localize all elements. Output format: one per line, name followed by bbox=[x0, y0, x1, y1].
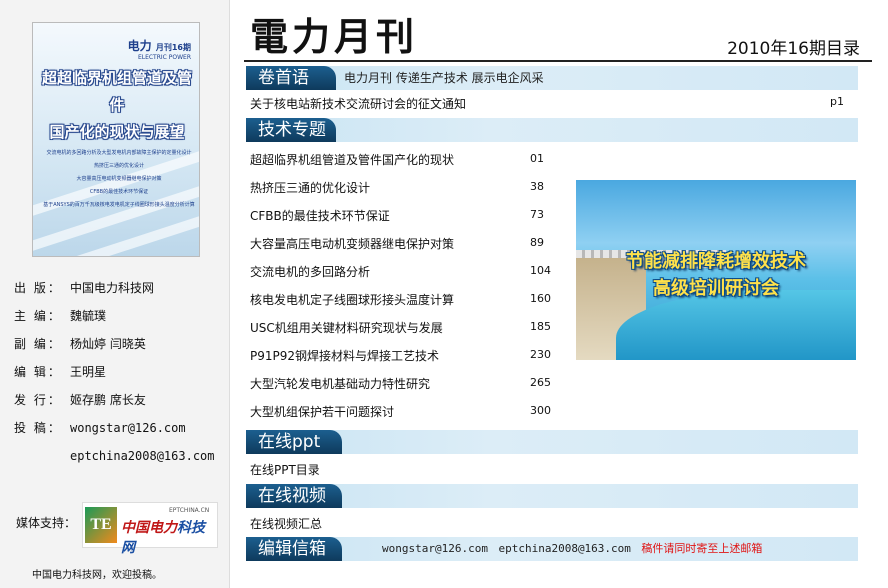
cover-headline: 超超临界机组管道及管件 国产化的现状与展望 bbox=[37, 65, 197, 146]
title-divider bbox=[244, 60, 872, 62]
meta-key: 编 辑： bbox=[14, 365, 62, 379]
meta-editor: 编 辑： 王明星 bbox=[14, 364, 106, 380]
meta-key: 副 编： bbox=[14, 337, 62, 351]
toc-item-link[interactable]: 超超临界机组管道及管件国产化的现状 bbox=[250, 151, 454, 168]
meta-key: 发 行： bbox=[14, 393, 62, 407]
meta-key: 投 稿： bbox=[14, 421, 62, 435]
toc-item-page: 300 bbox=[530, 404, 551, 417]
section-bar-tech: 技术专题 bbox=[246, 118, 858, 142]
toc-item-link[interactable]: 大容量高压电动机变频器继电保护对策 bbox=[250, 235, 454, 252]
section-slogan: 电力月刊 传递生产技术 展示电企风采 bbox=[344, 71, 544, 85]
section-label: 技术专题 bbox=[246, 118, 336, 142]
submission-email-link[interactable]: eptchina2008@163.com bbox=[70, 449, 215, 463]
toc-item-link[interactable]: CFBB的最佳技术环节保证 bbox=[250, 207, 390, 224]
media-support-label: 媒体支持： bbox=[16, 516, 77, 530]
section-bar-mailbox: 编辑信箱 wongstar@126.com eptchina2008@163.c… bbox=[246, 537, 858, 561]
logo-site-text: EPTCHINA.CN bbox=[169, 507, 210, 514]
ppt-list-link[interactable]: 在线PPT目录 bbox=[250, 461, 320, 478]
video-list-link[interactable]: 在线视频汇总 bbox=[250, 515, 322, 532]
mailbox-email-link[interactable]: wongstar@126.com bbox=[382, 542, 488, 555]
toc-item-link[interactable]: 热挤压三通的优化设计 bbox=[250, 179, 370, 196]
section-label: 在线ppt bbox=[246, 430, 342, 454]
toc-item-page: 185 bbox=[530, 320, 551, 333]
section-bar-video: 在线视频 bbox=[246, 484, 858, 508]
media-partner-logo[interactable]: TE EPTCHINA.CN 中国电力科技网 bbox=[82, 502, 218, 556]
cover-headline-line: 超超临界机组管道及管件 bbox=[41, 69, 192, 114]
toc-item-page: 73 bbox=[530, 208, 544, 221]
section-label: 在线视频 bbox=[246, 484, 342, 508]
issue-label: 2010年16期目录 bbox=[727, 39, 860, 59]
logo-badge: TE bbox=[85, 507, 117, 543]
meta-value: 姬存鹏 席长友 bbox=[70, 393, 146, 407]
meta-distribution: 发 行： 姬存鹏 席长友 bbox=[14, 392, 146, 408]
footer-note: 中国电力科技网，欢迎投稿。 bbox=[32, 570, 162, 581]
toc-item-page: 230 bbox=[530, 348, 551, 361]
meta-editor-in-chief: 主 编： 魏毓璞 bbox=[14, 308, 106, 324]
toc-item-link[interactable]: 核电发电机定子线圈球形接头温度计算 bbox=[250, 291, 454, 308]
meta-submission-2: eptchina2008@163.com bbox=[14, 448, 215, 464]
banner-text: 节能减排降耗增效技术 高级培训研讨会 bbox=[576, 248, 856, 302]
mailbox-note: 稿件请同时寄至上述邮箱 bbox=[641, 542, 763, 555]
foreword-item-link[interactable]: 关于核电站新技术交流研讨会的征文通知 bbox=[250, 95, 466, 112]
mailbox-email-link[interactable]: eptchina2008@163.com bbox=[498, 542, 630, 555]
section-label: 卷首语 bbox=[246, 66, 336, 90]
toc-item-link[interactable]: 大型汽轮发电机基础动力特性研究 bbox=[250, 375, 430, 392]
magazine-cover[interactable]: 电力 月刊16期 ELECTRIC POWER 超超临界机组管道及管件 国产化的… bbox=[32, 22, 200, 257]
meta-deputy-editor: 副 编： 杨灿婷 闫晓英 bbox=[14, 336, 146, 352]
meta-value: 中国电力科技网 bbox=[70, 281, 155, 295]
toc-item-link[interactable]: USC机组用关键材料研究现状与发展 bbox=[250, 319, 443, 336]
logo-text-a: 中国电力 bbox=[121, 520, 177, 536]
section-bar-ppt: 在线ppt bbox=[246, 430, 858, 454]
banner-line: 高级培训研讨会 bbox=[653, 278, 779, 299]
toc-item-page: 38 bbox=[530, 180, 544, 193]
meta-value: 魏毓璞 bbox=[70, 309, 107, 323]
meta-key: 主 编： bbox=[14, 309, 62, 323]
training-seminar-banner[interactable]: 节能减排降耗增效技术 高级培训研讨会 bbox=[576, 180, 856, 360]
toc-item-page: 265 bbox=[530, 376, 551, 389]
meta-key: 出 版： bbox=[14, 281, 62, 295]
left-panel: 电力 月刊16期 ELECTRIC POWER 超超临界机组管道及管件 国产化的… bbox=[0, 0, 230, 588]
cover-brand-en: ELECTRIC POWER bbox=[137, 54, 191, 61]
cover-article-list: 交流电机的多回路分析及大型发电机内部故障主保护的定量化设计 热挤压三通的优化设计… bbox=[43, 147, 195, 212]
logo-text: 中国电力科技网 bbox=[121, 517, 217, 557]
cover-brand: 电力 月刊16期 ELECTRIC POWER bbox=[33, 37, 199, 61]
meta-value: 杨灿婷 闫晓英 bbox=[70, 337, 146, 351]
cover-article-line: 热挤压三通的优化设计 bbox=[93, 163, 144, 169]
toc-item-page: 160 bbox=[530, 292, 551, 305]
cover-article-line: CFBB的最佳技术环节保证 bbox=[89, 189, 149, 195]
cover-brand-text: 电力 bbox=[127, 39, 152, 53]
foreword-item-page: p1 bbox=[830, 95, 844, 108]
cover-article-line: 交流电机的多回路分析及大型发电机内部故障主保护的定量化设计 bbox=[46, 150, 192, 156]
toc-item-link[interactable]: 大型机组保护若干问题探讨 bbox=[250, 403, 394, 420]
banner-line: 节能减排降耗增效技术 bbox=[626, 251, 806, 272]
toc-item-link[interactable]: 交流电机的多回路分析 bbox=[250, 263, 370, 280]
meta-value: 王明星 bbox=[70, 365, 107, 379]
meta-submission: 投 稿： wongstar@126.com bbox=[14, 420, 186, 436]
meta-publisher: 出 版： 中国电力科技网 bbox=[14, 280, 154, 296]
page-title: 電力月刊 bbox=[250, 17, 419, 59]
toc-item-link[interactable]: P91P92钢焊接材料与焊接工艺技术 bbox=[250, 347, 439, 364]
section-bar-foreword: 卷首语 电力月刊 传递生产技术 展示电企风采 bbox=[246, 66, 858, 90]
submission-email-link[interactable]: wongstar@126.com bbox=[70, 421, 186, 435]
toc-item-page: 89 bbox=[530, 236, 544, 249]
cover-article-line: 大容量高压电动机变频器继电保护对策 bbox=[76, 176, 162, 182]
cover-article-line: 基于ANSYS的百万千瓦级核电发电机定子线圈球形接头温度分析计算 bbox=[43, 202, 195, 208]
section-label: 编辑信箱 bbox=[246, 537, 342, 561]
toc-item-page: 104 bbox=[530, 264, 551, 277]
toc-item-page: 01 bbox=[530, 152, 544, 165]
cover-issue-label: 月刊16期 bbox=[155, 43, 191, 52]
page: 电力 月刊16期 ELECTRIC POWER 超超临界机组管道及管件 国产化的… bbox=[0, 0, 888, 588]
cover-headline-line: 国产化的现状与展望 bbox=[49, 123, 185, 141]
mailbox-contact: wongstar@126.com eptchina2008@163.com 稿件… bbox=[382, 539, 762, 559]
